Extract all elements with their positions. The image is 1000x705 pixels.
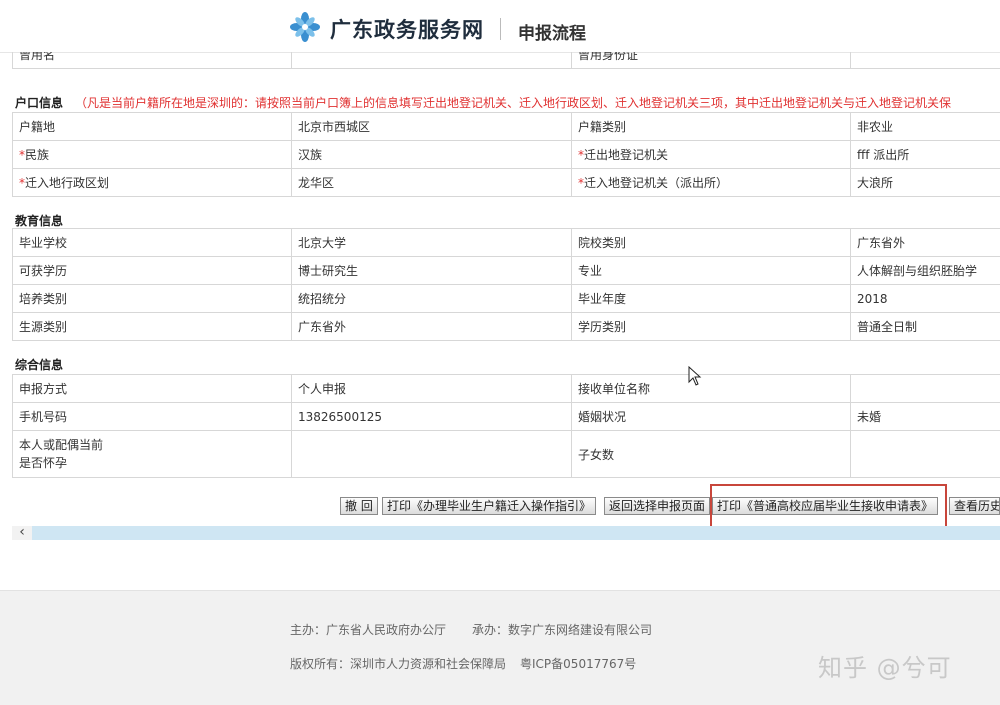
field-value[interactable]: 北京市西城区 [292,113,572,141]
field-value[interactable] [292,431,572,478]
site-name[interactable]: 广东政务服务网 [330,14,484,44]
footer-icp[interactable]: 粤ICP备05017767号 [520,657,636,671]
field-label: 子女数 [572,431,851,478]
section-title-education: 教育信息 [15,212,63,229]
pregnancy-label-line2: 是否怀孕 [19,454,285,472]
field-value[interactable]: 汉族 [292,141,572,169]
field-label: 毕业学校 [13,229,292,257]
section-title-text: 户口信息 [15,96,63,110]
table-row: 本人或配偶当前 是否怀孕 子女数 [13,431,1000,478]
field-value[interactable]: 龙华区 [292,169,572,197]
top-partial-table: 曾用名 曾用身份证 [12,52,1000,69]
field-value[interactable] [851,375,1000,403]
view-history-button[interactable]: 查看历史 [949,497,1000,515]
table-row: 毕业学校 北京大学 院校类别 广东省外 [13,229,1000,257]
site-logo-icon [290,12,320,42]
field-label: 户籍地 [13,113,292,141]
field-value[interactable]: 统招统分 [292,285,572,313]
field-label: 专业 [572,257,851,285]
field-value[interactable]: 非农业 [851,113,1000,141]
header-divider [500,18,501,40]
footer-copyright: 版权所有：深圳市人力资源和社会保障局 [290,657,506,671]
field-label: 生源类别 [13,313,292,341]
field-label: *迁入地行政区划 [13,169,292,197]
mouse-cursor-icon [688,366,702,386]
page-subtitle: 申报流程 [518,19,586,44]
field-label: 户籍类别 [572,113,851,141]
field-value[interactable]: 13826500125 [292,403,572,431]
table-row: 申报方式 个人申报 接收单位名称 [13,375,1000,403]
household-table: 户籍地 北京市西城区 户籍类别 非农业 *民族 汉族 *迁出地登记机关 fff … [12,112,1000,197]
general-table: 申报方式 个人申报 接收单位名称 手机号码 13826500125 婚姻状况 未… [12,374,1000,478]
field-label: 手机号码 [13,403,292,431]
footer-host: 主办：广东省人民政府办公厅 [290,623,446,637]
table-row: 曾用名 曾用身份证 [13,52,1000,69]
field-value[interactable]: 未婚 [851,403,1000,431]
field-label: 学历类别 [572,313,851,341]
field-label: 婚姻状况 [572,403,851,431]
field-label: 可获学历 [13,257,292,285]
field-label: 毕业年度 [572,285,851,313]
table-row: 手机号码 13826500125 婚姻状况 未婚 [13,403,1000,431]
table-row: 可获学历 博士研究生 专业 人体解剖与组织胚胎学 [13,257,1000,285]
footer-line-2: 版权所有：深圳市人力资源和社会保障局粤ICP备05017767号 [290,655,636,672]
household-note: （凡是当前户籍所在地是深圳的：请按照当前户口簿上的信息填写迁出地登记机关、迁入地… [75,96,951,110]
footer-builder: 承办：数字广东网络建设有限公司 [472,623,652,637]
field-value[interactable]: fff 派出所 [851,141,1000,169]
field-value[interactable]: 博士研究生 [292,257,572,285]
field-label: *民族 [13,141,292,169]
field-value[interactable]: 普通全日制 [851,313,1000,341]
field-value [851,52,1000,69]
field-label: 院校类别 [572,229,851,257]
table-row: *民族 汉族 *迁出地登记机关 fff 派出所 [13,141,1000,169]
section-title-general: 综合信息 [15,356,63,373]
scroll-left-arrow-icon[interactable]: ‹ [12,526,32,540]
field-value[interactable]: 北京大学 [292,229,572,257]
field-value[interactable]: 广东省外 [851,229,1000,257]
table-row: 户籍地 北京市西城区 户籍类别 非农业 [13,113,1000,141]
field-label: 曾用名 [13,52,292,69]
field-value[interactable]: 人体解剖与组织胚胎学 [851,257,1000,285]
back-to-select-button[interactable]: 返回选择申报页面 [604,497,710,515]
print-guide-button[interactable]: 打印《办理毕业生户籍迁入操作指引》 [382,497,596,515]
field-value [292,52,572,69]
withdraw-button[interactable]: 撤 回 [340,497,378,515]
field-value[interactable]: 2018 [851,285,1000,313]
field-value[interactable]: 大浪所 [851,169,1000,197]
horizontal-scrollbar[interactable]: ‹ [12,526,1000,540]
education-table: 毕业学校 北京大学 院校类别 广东省外 可获学历 博士研究生 专业 人体解剖与组… [12,228,1000,341]
field-label: *迁入地登记机关（派出所） [572,169,851,197]
site-header: 广东政务服务网 申报流程 [0,0,1000,53]
field-label: 本人或配偶当前 是否怀孕 [13,431,292,478]
footer-line-1: 主办：广东省人民政府办公厅 承办：数字广东网络建设有限公司 [290,621,652,638]
pregnancy-label-line1: 本人或配偶当前 [19,436,285,454]
field-value[interactable]: 广东省外 [292,313,572,341]
table-row: 培养类别 统招统分 毕业年度 2018 [13,285,1000,313]
table-row: *迁入地行政区划 龙华区 *迁入地登记机关（派出所） 大浪所 [13,169,1000,197]
highlight-annotation [710,484,947,529]
field-label: 申报方式 [13,375,292,403]
zhihu-watermark: 知乎 @兮可 [818,648,952,683]
declaration-form: 曾用名 曾用身份证 户口信息 （凡是当前户籍所在地是深圳的：请按照当前户口簿上的信… [0,52,1000,512]
field-label: 曾用身份证 [572,52,851,69]
section-title-household: 户口信息 （凡是当前户籍所在地是深圳的：请按照当前户口簿上的信息填写迁出地登记机关… [15,94,951,111]
table-row: 生源类别 广东省外 学历类别 普通全日制 [13,313,1000,341]
field-label: 接收单位名称 [572,375,851,403]
field-label: 培养类别 [13,285,292,313]
field-value[interactable]: 个人申报 [292,375,572,403]
field-value[interactable] [851,431,1000,478]
field-label: *迁出地登记机关 [572,141,851,169]
